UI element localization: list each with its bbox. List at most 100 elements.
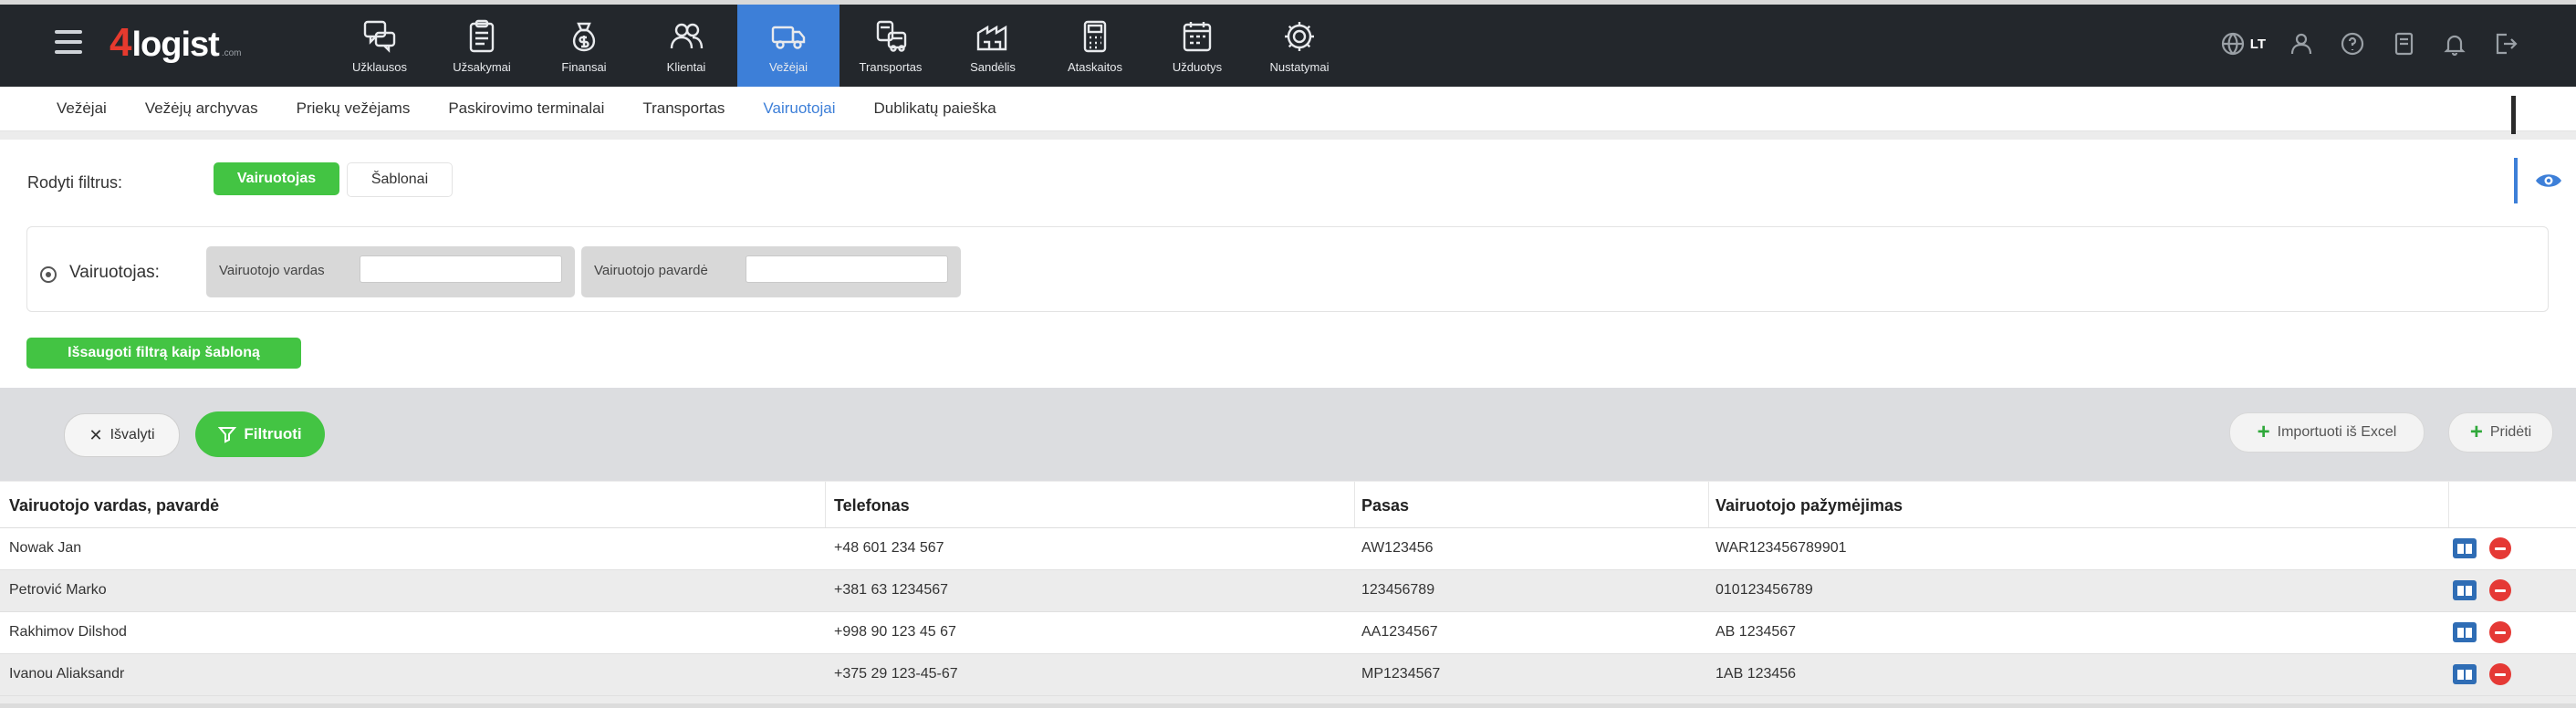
funnel-icon <box>218 427 237 443</box>
chat-bubbles-icon <box>363 20 396 53</box>
cell-license: 010123456789 <box>1716 582 1813 598</box>
table-header: Vairuotojo vardas, pavardė Telefonas Pas… <box>0 482 2576 528</box>
cell-license: 1AB 123456 <box>1716 666 1797 682</box>
column-divider <box>2448 482 2449 527</box>
edit-book-icon[interactable] <box>2453 538 2477 558</box>
toggle-visibility-button[interactable] <box>2514 158 2576 203</box>
column-divider <box>1708 482 1709 527</box>
cell-name: Ivanou Aliaksandr <box>9 666 125 682</box>
nav-item-finansai[interactable]: Finansai <box>533 5 635 87</box>
eye-icon <box>2536 174 2561 187</box>
edit-book-icon[interactable] <box>2453 580 2477 600</box>
edit-book-icon[interactable] <box>2453 622 2477 642</box>
help-button[interactable] <box>2337 28 2368 59</box>
logout-button[interactable] <box>2490 28 2521 59</box>
first-name-filter-input[interactable] <box>360 255 562 283</box>
language-switcher[interactable]: LT <box>2219 30 2266 57</box>
panel-toggle-handle[interactable] <box>2511 96 2516 134</box>
money-bag-icon <box>572 22 596 51</box>
delete-icon[interactable] <box>2489 537 2511 559</box>
tab-vezejai[interactable]: Vežėjai <box>57 99 107 118</box>
cell-name: Nowak Jan <box>9 540 82 556</box>
tab-vezeju-archyvas[interactable]: Vežėjų archyvas <box>145 99 258 118</box>
nav-item-label: Transportas <box>859 59 923 74</box>
table-row[interactable]: Rakhimov Dilshod +998 90 123 45 67 AA123… <box>0 612 2576 654</box>
calendar-icon <box>1183 21 1212 51</box>
action-bar <box>0 388 2576 481</box>
nav-item-klientai[interactable]: Klientai <box>635 5 737 87</box>
save-filter-template-button[interactable]: Išsaugoti filtrą kaip šabloną <box>26 338 301 369</box>
logo-word: logist <box>131 26 219 64</box>
last-name-filter-label: Vairuotojo pavardė <box>594 263 708 278</box>
nav-item-label: Nustatymai <box>1269 59 1330 74</box>
column-header-phone[interactable]: Telefonas <box>834 496 910 515</box>
notebook-button[interactable] <box>2388 28 2419 59</box>
clipboard-icon <box>469 19 495 52</box>
nav-item-label: Ataskaitos <box>1068 59 1122 74</box>
cell-passport: MP1234567 <box>1361 666 1441 682</box>
delete-icon[interactable] <box>2489 579 2511 601</box>
hamburger-menu-icon[interactable] <box>55 30 82 54</box>
driver-filter-radio[interactable] <box>40 266 57 283</box>
tab-paskirovimo-terminalai[interactable]: Paskirovimo terminalai <box>448 99 604 118</box>
tab-transportas[interactable]: Transportas <box>642 99 725 118</box>
nav-item-uzsakymai[interactable]: Užsakymai <box>431 5 533 87</box>
filter-toggle-templates[interactable]: Šablonai <box>347 162 453 197</box>
gear-icon <box>1285 21 1314 51</box>
nav-item-label: Klientai <box>666 59 706 74</box>
table-row[interactable]: Ivanou Aliaksandr +375 29 123-45-67 MP12… <box>0 654 2576 696</box>
last-name-filter-group: Vairuotojo pavardė <box>581 246 961 297</box>
nav-item-label: Finansai <box>561 59 607 74</box>
show-filters-label: Rodyti filtrus: <box>27 173 123 192</box>
language-code: LT <box>2249 36 2266 52</box>
column-divider <box>825 482 826 527</box>
tab-vairuotojai[interactable]: Vairuotojai <box>763 99 835 118</box>
last-name-filter-input[interactable] <box>746 255 948 283</box>
column-header-license[interactable]: Vairuotojo pažymėjimas <box>1716 496 1903 515</box>
nav-item-vezejai[interactable]: Vežėjai <box>737 5 840 87</box>
logo[interactable]: 4 logist .com <box>110 20 241 66</box>
cell-phone: +48 601 234 567 <box>834 540 944 556</box>
tab-prieku-vezejams[interactable]: Priekų vežėjams <box>297 99 411 118</box>
add-button[interactable]: + Pridėti <box>2448 412 2553 453</box>
row-actions <box>2453 579 2511 601</box>
column-header-name[interactable]: Vairuotojo vardas, pavardė <box>9 496 219 515</box>
user-icon <box>2290 33 2312 55</box>
row-actions <box>2453 621 2511 643</box>
column-header-passport[interactable]: Pasas <box>1361 496 1409 515</box>
cell-name: Rakhimov Dilshod <box>9 624 127 640</box>
nav-item-sandelis[interactable]: Sandėlis <box>942 5 1044 87</box>
vehicles-icon <box>876 20 907 52</box>
table-row[interactable]: Nowak Jan +48 601 234 567 AW123456 WAR12… <box>0 528 2576 570</box>
main-nav: Užklausos Užsakymai Finansai Klientai Ve… <box>329 5 1351 87</box>
import-excel-button[interactable]: + Importuoti iš Excel <box>2229 412 2425 453</box>
filter-toggle-driver[interactable]: Vairuotojas <box>214 162 339 195</box>
cell-phone: +381 63 1234567 <box>834 582 949 598</box>
table-row[interactable]: Petrović Marko +381 63 1234567 123456789… <box>0 570 2576 612</box>
edit-book-icon[interactable] <box>2453 664 2477 684</box>
nav-item-uzduotys[interactable]: Užduotys <box>1146 5 1248 87</box>
logout-icon <box>2496 33 2518 55</box>
language-globe-icon <box>2221 32 2244 56</box>
cell-passport: AW123456 <box>1361 540 1434 556</box>
delete-icon[interactable] <box>2489 621 2511 643</box>
row-actions <box>2453 537 2511 559</box>
driver-filter-label: Vairuotojas: <box>69 263 160 282</box>
help-icon <box>2341 32 2364 56</box>
close-icon: ✕ <box>89 425 103 444</box>
notifications-button[interactable] <box>2439 28 2470 59</box>
logo-digit: 4 <box>110 20 132 65</box>
filter-button[interactable]: Filtruoti <box>195 411 325 457</box>
cell-passport: AA1234567 <box>1361 624 1438 640</box>
delete-icon[interactable] <box>2489 663 2511 685</box>
drivers-table: Vairuotojo vardas, pavardė Telefonas Pas… <box>0 482 2576 696</box>
user-button[interactable] <box>2286 28 2317 59</box>
cell-license: WAR123456789901 <box>1716 540 1847 556</box>
nav-item-uzklausos[interactable]: Užklausos <box>329 5 431 87</box>
clear-button[interactable]: ✕ Išvalyti <box>64 413 180 457</box>
nav-item-ataskaitos[interactable]: Ataskaitos <box>1044 5 1146 87</box>
nav-item-nustatymai[interactable]: Nustatymai <box>1248 5 1351 87</box>
tab-dublikatu-paieska[interactable]: Dublikatų paieška <box>874 99 996 118</box>
sub-tabs: Vežėjai Vežėjų archyvas Priekų vežėjams … <box>57 87 1035 130</box>
nav-item-transportas[interactable]: Transportas <box>840 5 942 87</box>
